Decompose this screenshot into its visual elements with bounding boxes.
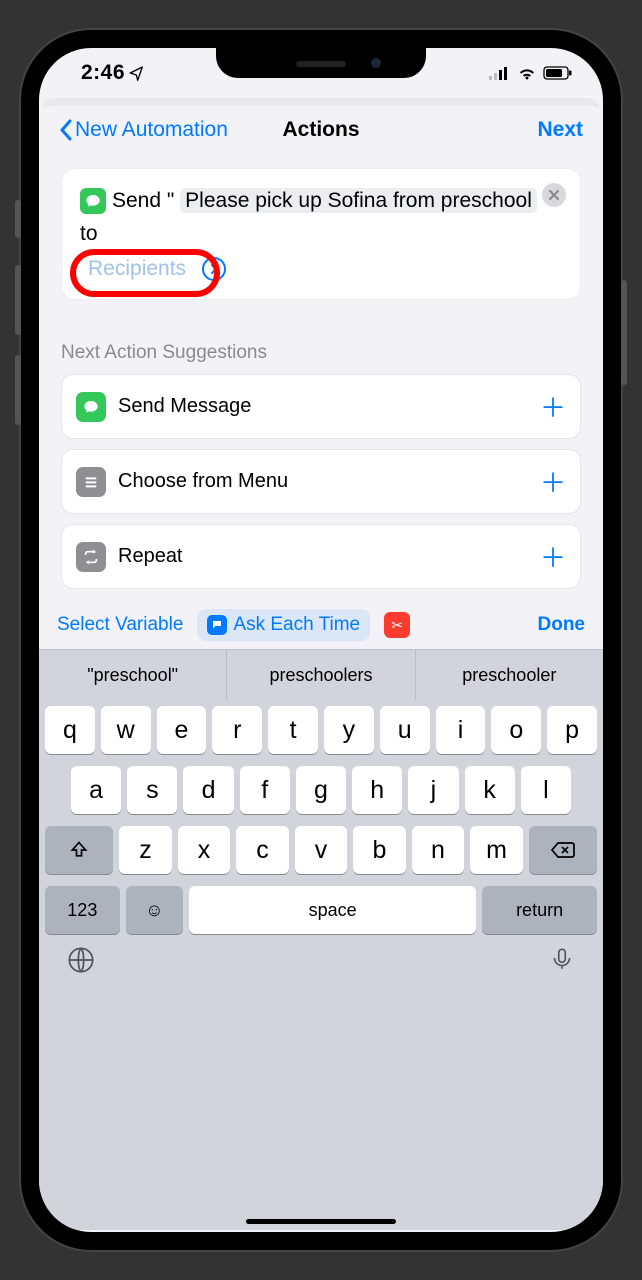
action-text: Send " Please pick up Sofina from presch…	[80, 185, 562, 250]
suggestion-item[interactable]: Repeat ＋	[61, 524, 581, 589]
wifi-icon	[517, 66, 537, 80]
repeat-icon	[76, 542, 106, 572]
location-icon	[129, 65, 145, 81]
nav-title: Actions	[282, 118, 359, 142]
suggestion-label: Send Message	[118, 395, 251, 418]
suggestion-item[interactable]: Choose from Menu ＋	[61, 449, 581, 514]
key-j[interactable]: j	[408, 766, 458, 814]
suggestion-label: Choose from Menu	[118, 470, 288, 493]
message-token[interactable]: Please pick up Sofina from preschool	[180, 188, 537, 213]
add-icon: ＋	[540, 463, 566, 500]
backspace-key[interactable]	[529, 826, 597, 874]
add-icon: ＋	[540, 538, 566, 575]
key-s[interactable]: s	[127, 766, 177, 814]
battery-icon	[543, 66, 573, 80]
action-prefix: Send "	[112, 189, 180, 212]
cell-signal-icon	[489, 66, 511, 80]
prediction[interactable]: "preschool"	[39, 650, 227, 700]
prediction[interactable]: preschooler	[416, 650, 603, 700]
add-icon: ＋	[540, 388, 566, 425]
menu-icon	[76, 467, 106, 497]
key-q[interactable]: q	[45, 706, 95, 754]
key-i[interactable]: i	[436, 706, 486, 754]
key-y[interactable]: y	[324, 706, 374, 754]
key-g[interactable]: g	[296, 766, 346, 814]
emoji-key[interactable]: ☺	[126, 886, 183, 934]
key-b[interactable]: b	[353, 826, 406, 874]
home-indicator[interactable]	[246, 1219, 396, 1224]
key-h[interactable]: h	[352, 766, 402, 814]
ask-each-time-chip[interactable]: Ask Each Time	[197, 609, 370, 641]
back-label: New Automation	[75, 118, 228, 142]
key-e[interactable]: e	[157, 706, 207, 754]
keyboard: "preschool"preschoolerspreschooler qwert…	[39, 649, 603, 1230]
key-x[interactable]: x	[178, 826, 231, 874]
key-w[interactable]: w	[101, 706, 151, 754]
key-z[interactable]: z	[119, 826, 172, 874]
back-button[interactable]: New Automation	[59, 118, 228, 142]
key-k[interactable]: k	[465, 766, 515, 814]
key-d[interactable]: d	[183, 766, 233, 814]
annotation-highlight	[70, 249, 220, 297]
navigation-bar: New Automation Actions Next	[39, 106, 603, 150]
chevron-left-icon	[59, 119, 73, 141]
suggestions-header: Next Action Suggestions	[61, 342, 581, 364]
message-icon	[76, 392, 106, 422]
action-card[interactable]: Send " Please pick up Sofina from presch…	[61, 168, 581, 300]
done-button[interactable]: Done	[538, 614, 586, 636]
globe-key[interactable]	[67, 946, 95, 981]
clipboard-icon[interactable]: ✂	[384, 612, 410, 638]
status-time: 2:46	[81, 61, 125, 85]
key-v[interactable]: v	[295, 826, 348, 874]
space-key[interactable]: space	[189, 886, 476, 934]
suggestion-item[interactable]: Send Message ＋	[61, 374, 581, 439]
numbers-key[interactable]: 123	[45, 886, 120, 934]
key-a[interactable]: a	[71, 766, 121, 814]
key-t[interactable]: t	[268, 706, 318, 754]
clear-button[interactable]	[542, 183, 566, 207]
close-icon	[549, 190, 559, 200]
notch	[216, 48, 426, 78]
dictation-key[interactable]	[549, 946, 575, 981]
ask-label: Ask Each Time	[233, 614, 360, 636]
shift-key[interactable]	[45, 826, 113, 874]
key-p[interactable]: p	[547, 706, 597, 754]
key-u[interactable]: u	[380, 706, 430, 754]
suggestion-label: Repeat	[118, 545, 183, 568]
select-variable-button[interactable]: Select Variable	[57, 614, 183, 636]
prediction[interactable]: preschoolers	[227, 650, 415, 700]
key-m[interactable]: m	[470, 826, 523, 874]
return-key[interactable]: return	[482, 886, 597, 934]
key-f[interactable]: f	[240, 766, 290, 814]
key-r[interactable]: r	[212, 706, 262, 754]
key-l[interactable]: l	[521, 766, 571, 814]
next-button[interactable]: Next	[537, 118, 583, 142]
messages-icon	[80, 188, 106, 214]
variable-toolbar: Select Variable Ask Each Time ✂ Done	[39, 609, 603, 649]
key-c[interactable]: c	[236, 826, 289, 874]
key-o[interactable]: o	[491, 706, 541, 754]
prompt-icon	[207, 615, 227, 635]
key-n[interactable]: n	[412, 826, 465, 874]
